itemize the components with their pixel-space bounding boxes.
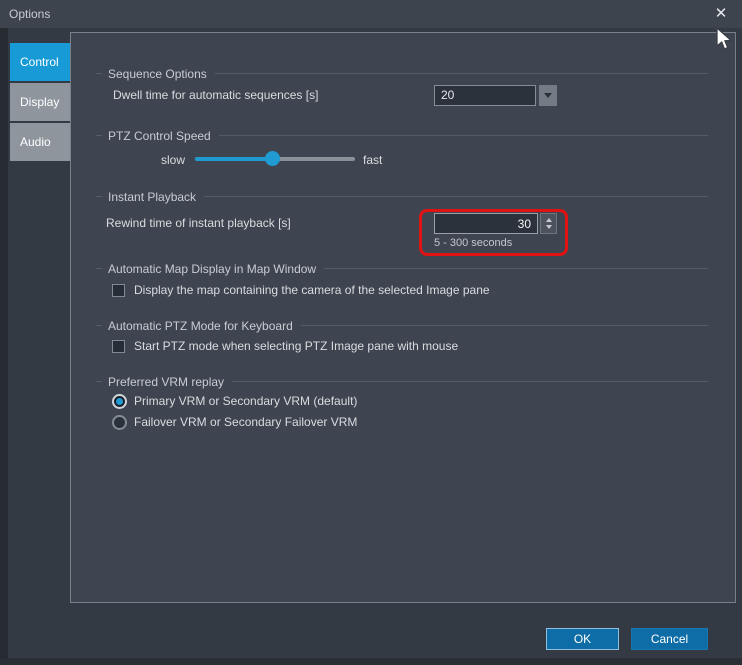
vrm-primary-label: Primary VRM or Secondary VRM (default) [134, 394, 358, 408]
header-dash [96, 196, 102, 197]
cancel-button[interactable]: Cancel [631, 628, 708, 650]
tab-display[interactable]: Display [10, 83, 70, 121]
spinner-up-icon[interactable] [545, 218, 552, 222]
dwell-time-select[interactable]: 20 [434, 85, 536, 106]
map-display-checkbox[interactable] [112, 284, 125, 297]
mouse-cursor [716, 27, 733, 50]
options-panel [70, 32, 736, 603]
titlebar: Options ✕ [0, 0, 742, 28]
header-rule [214, 73, 708, 74]
rewind-time-input[interactable] [434, 213, 538, 234]
slider-fast-label: fast [363, 153, 383, 167]
window-bottom-edge [0, 658, 742, 665]
ptz-keyboard-checkbox[interactable] [112, 340, 125, 353]
dwell-time-dropdown-button[interactable] [539, 85, 557, 106]
section-header-ptz-control-speed: PTZ Control Speed [96, 129, 708, 143]
ptz-speed-slider-fill [195, 157, 273, 161]
tab-audio[interactable]: Audio [10, 123, 70, 161]
radio-selected-dot [116, 398, 123, 405]
header-rule [300, 325, 708, 326]
spinner-down-icon[interactable] [545, 225, 552, 229]
header-dash [96, 73, 102, 74]
vrm-failover-label: Failover VRM or Secondary Failover VRM [134, 415, 358, 429]
header-rule [232, 381, 708, 382]
header-dash [96, 135, 102, 136]
dwell-time-label: Dwell time for automatic sequences [s] [113, 88, 319, 102]
window-left-edge [0, 28, 8, 665]
ptz-speed-slider-thumb[interactable] [265, 151, 280, 166]
slider-slow-label: slow [160, 153, 185, 167]
rewind-time-label: Rewind time of instant playback [s] [106, 216, 291, 230]
header-rule [324, 268, 708, 269]
window-title: Options [9, 7, 51, 21]
header-rule [204, 196, 708, 197]
header-dash [96, 268, 102, 269]
tab-control[interactable]: Control [10, 43, 70, 81]
chevron-down-icon [544, 93, 552, 98]
header-dash [96, 325, 102, 326]
close-icon[interactable]: ✕ [708, 3, 734, 25]
ok-button[interactable]: OK [546, 628, 619, 650]
section-header-vrm-replay: Preferred VRM replay [96, 375, 708, 389]
section-header-sequence-options: Sequence Options [96, 67, 708, 81]
range-hint: 5 - 300 seconds [434, 237, 513, 249]
vrm-primary-radio[interactable] [112, 394, 127, 409]
section-header-map-display: Automatic Map Display in Map Window [96, 262, 708, 276]
header-rule [218, 135, 708, 136]
rewind-time-spinner[interactable] [540, 213, 557, 234]
section-header-ptz-keyboard: Automatic PTZ Mode for Keyboard [96, 319, 708, 333]
header-dash [96, 381, 102, 382]
section-header-instant-playback: Instant Playback [96, 190, 708, 204]
map-display-checkbox-label: Display the map containing the camera of… [134, 283, 490, 297]
vrm-failover-radio[interactable] [112, 415, 127, 430]
ptz-keyboard-checkbox-label: Start PTZ mode when selecting PTZ Image … [134, 339, 459, 353]
